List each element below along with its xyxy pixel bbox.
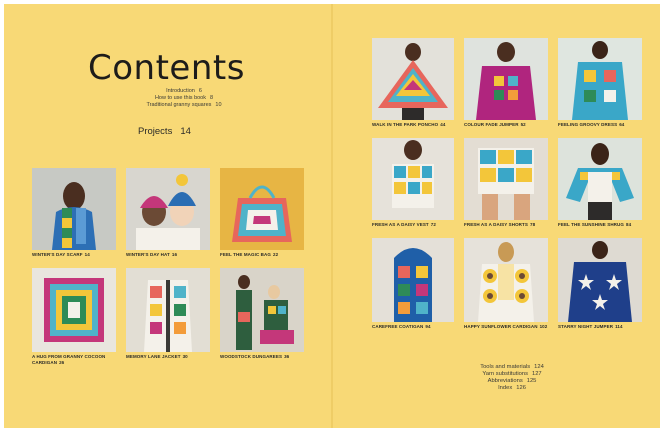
toc-entry-page: 8 bbox=[210, 95, 214, 101]
toc-entry-label: How to use this book bbox=[154, 95, 206, 101]
project-page: 72 bbox=[430, 222, 436, 227]
project-photo bbox=[558, 38, 642, 120]
project-title: FRESH AS A DAISY SHORTS bbox=[464, 222, 528, 227]
project-page: 84 bbox=[625, 222, 632, 227]
toc-entry[interactable]: How to use this book 8 bbox=[104, 95, 264, 102]
project-title: WINTER'S DAY HAT bbox=[126, 252, 170, 257]
project-card[interactable]: FEEL THE MAGIC BAG 22 bbox=[220, 168, 304, 258]
project-card[interactable]: FEEL THE SUNSHINE SHRUG 84 bbox=[558, 138, 642, 228]
project-title: STARRY NIGHT JUMPER bbox=[558, 324, 614, 329]
project-photo bbox=[464, 138, 548, 220]
project-photo bbox=[372, 38, 454, 120]
toc-entry-page: 10 bbox=[215, 102, 222, 108]
project-title: HAPPY SUNFLOWER CARDIGAN bbox=[464, 324, 538, 329]
toc-entry[interactable]: Yarn substitutions 127 bbox=[452, 371, 572, 378]
toc-entry-label: Yarn substitutions bbox=[482, 371, 528, 377]
project-photo bbox=[220, 268, 304, 352]
toc-entry-page: 6 bbox=[198, 88, 202, 94]
project-photo bbox=[372, 138, 454, 220]
back-matter-list: Tools and materials 124 Yarn substitution… bbox=[452, 364, 572, 392]
project-photo bbox=[558, 138, 642, 220]
project-page: 30 bbox=[182, 354, 188, 359]
toc-entry[interactable]: Index 126 bbox=[452, 385, 572, 392]
project-card[interactable]: COLOUR FADE JUMPER 52 bbox=[464, 38, 548, 128]
project-page: 16 bbox=[171, 252, 178, 257]
toc-entry[interactable]: Abbreviations 125 bbox=[452, 378, 572, 385]
project-photo bbox=[558, 238, 642, 322]
project-page: 78 bbox=[529, 222, 536, 227]
project-card[interactable]: HAPPY SUNFLOWER CARDIGAN 102 bbox=[464, 238, 548, 330]
project-title: FEEL THE MAGIC BAG bbox=[220, 252, 271, 257]
project-card[interactable]: WINTER'S DAY SCARF 14 bbox=[32, 168, 116, 258]
project-card[interactable]: FRESH AS A DAISY SHORTS 78 bbox=[464, 138, 548, 228]
project-card[interactable]: FEELING GROOVY DRESS 64 bbox=[558, 38, 642, 128]
project-card[interactable]: STARRY NIGHT JUMPER 114 bbox=[558, 238, 642, 330]
project-photo bbox=[372, 238, 454, 322]
project-photo bbox=[464, 238, 548, 322]
page-title: Contents bbox=[88, 48, 245, 88]
toc-entry-label: Traditional granny squares bbox=[146, 102, 212, 108]
projects-heading[interactable]: Projects 14 bbox=[138, 126, 191, 137]
projects-heading-label: Projects bbox=[138, 126, 173, 137]
project-title: WOODSTOCK DUNGAREES bbox=[220, 354, 283, 359]
project-photo bbox=[32, 168, 116, 250]
project-card[interactable]: WALK IN THE PARK PONCHO 44 bbox=[372, 38, 454, 128]
toc-entry[interactable]: Introduction 6 bbox=[104, 88, 264, 95]
project-page: 36 bbox=[284, 354, 290, 359]
project-photo bbox=[464, 38, 548, 120]
project-photo bbox=[126, 268, 210, 352]
project-page: 26 bbox=[59, 359, 65, 365]
project-card[interactable]: WINTER'S DAY HAT 16 bbox=[126, 168, 210, 258]
project-title: FEEL THE SUNSHINE SHRUG bbox=[558, 222, 624, 227]
project-page: 14 bbox=[84, 252, 90, 257]
project-photo bbox=[126, 168, 210, 250]
project-title: FEELING GROOVY DRESS bbox=[558, 122, 618, 127]
project-title: FRESH AS A DAISY VEST bbox=[372, 222, 429, 227]
gutter bbox=[331, 4, 333, 428]
project-photo bbox=[220, 168, 304, 250]
project-page: 44 bbox=[440, 122, 446, 127]
project-title: MEMORY LANE JACKET bbox=[126, 354, 181, 359]
project-page: 64 bbox=[619, 122, 625, 127]
toc-entry-page: 125 bbox=[526, 378, 537, 384]
toc-entry-page: 126 bbox=[516, 385, 526, 391]
project-page: 102 bbox=[539, 324, 548, 329]
project-card[interactable]: FRESH AS A DAISY VEST 72 bbox=[372, 138, 454, 228]
project-card[interactable]: CAREFREE COATIGAN 94 bbox=[372, 238, 454, 330]
project-title: WINTER'S DAY SCARF bbox=[32, 252, 83, 257]
project-title: COLOUR FADE JUMPER bbox=[464, 122, 519, 127]
front-matter-list: Introduction 6 How to use this book 8 Trad… bbox=[104, 88, 264, 109]
project-title: CAREFREE COATIGAN bbox=[372, 324, 424, 329]
project-page: 52 bbox=[520, 122, 526, 127]
project-page: 94 bbox=[425, 324, 431, 329]
toc-entry[interactable]: Tools and materials 124 bbox=[452, 364, 572, 371]
project-title: WALK IN THE PARK PONCHO bbox=[372, 122, 439, 127]
toc-entry-page: 127 bbox=[531, 371, 542, 377]
toc-entry-page: 124 bbox=[534, 364, 544, 370]
project-card[interactable]: WOODSTOCK DUNGAREES 36 bbox=[220, 268, 304, 360]
toc-entry-label: Abbreviations bbox=[487, 378, 523, 384]
projects-heading-page: 14 bbox=[180, 126, 191, 137]
project-photo bbox=[32, 268, 116, 352]
toc-entry-label: Tools and materials bbox=[480, 364, 531, 370]
project-page: 22 bbox=[272, 252, 279, 257]
toc-entry-label: Introduction bbox=[166, 88, 195, 94]
toc-entry[interactable]: Traditional granny squares 10 bbox=[104, 102, 264, 109]
project-card[interactable]: A HUG FROM GRANNY COCOON CARDIGAN 26 bbox=[32, 268, 116, 365]
project-title: A HUG FROM GRANNY COCOON CARDIGAN bbox=[32, 354, 106, 365]
contents-spread: Contents Introduction 6 How to use this b… bbox=[4, 4, 660, 428]
project-card[interactable]: MEMORY LANE JACKET 30 bbox=[126, 268, 210, 360]
toc-entry-label: Index bbox=[498, 385, 513, 391]
project-page: 114 bbox=[615, 324, 623, 329]
